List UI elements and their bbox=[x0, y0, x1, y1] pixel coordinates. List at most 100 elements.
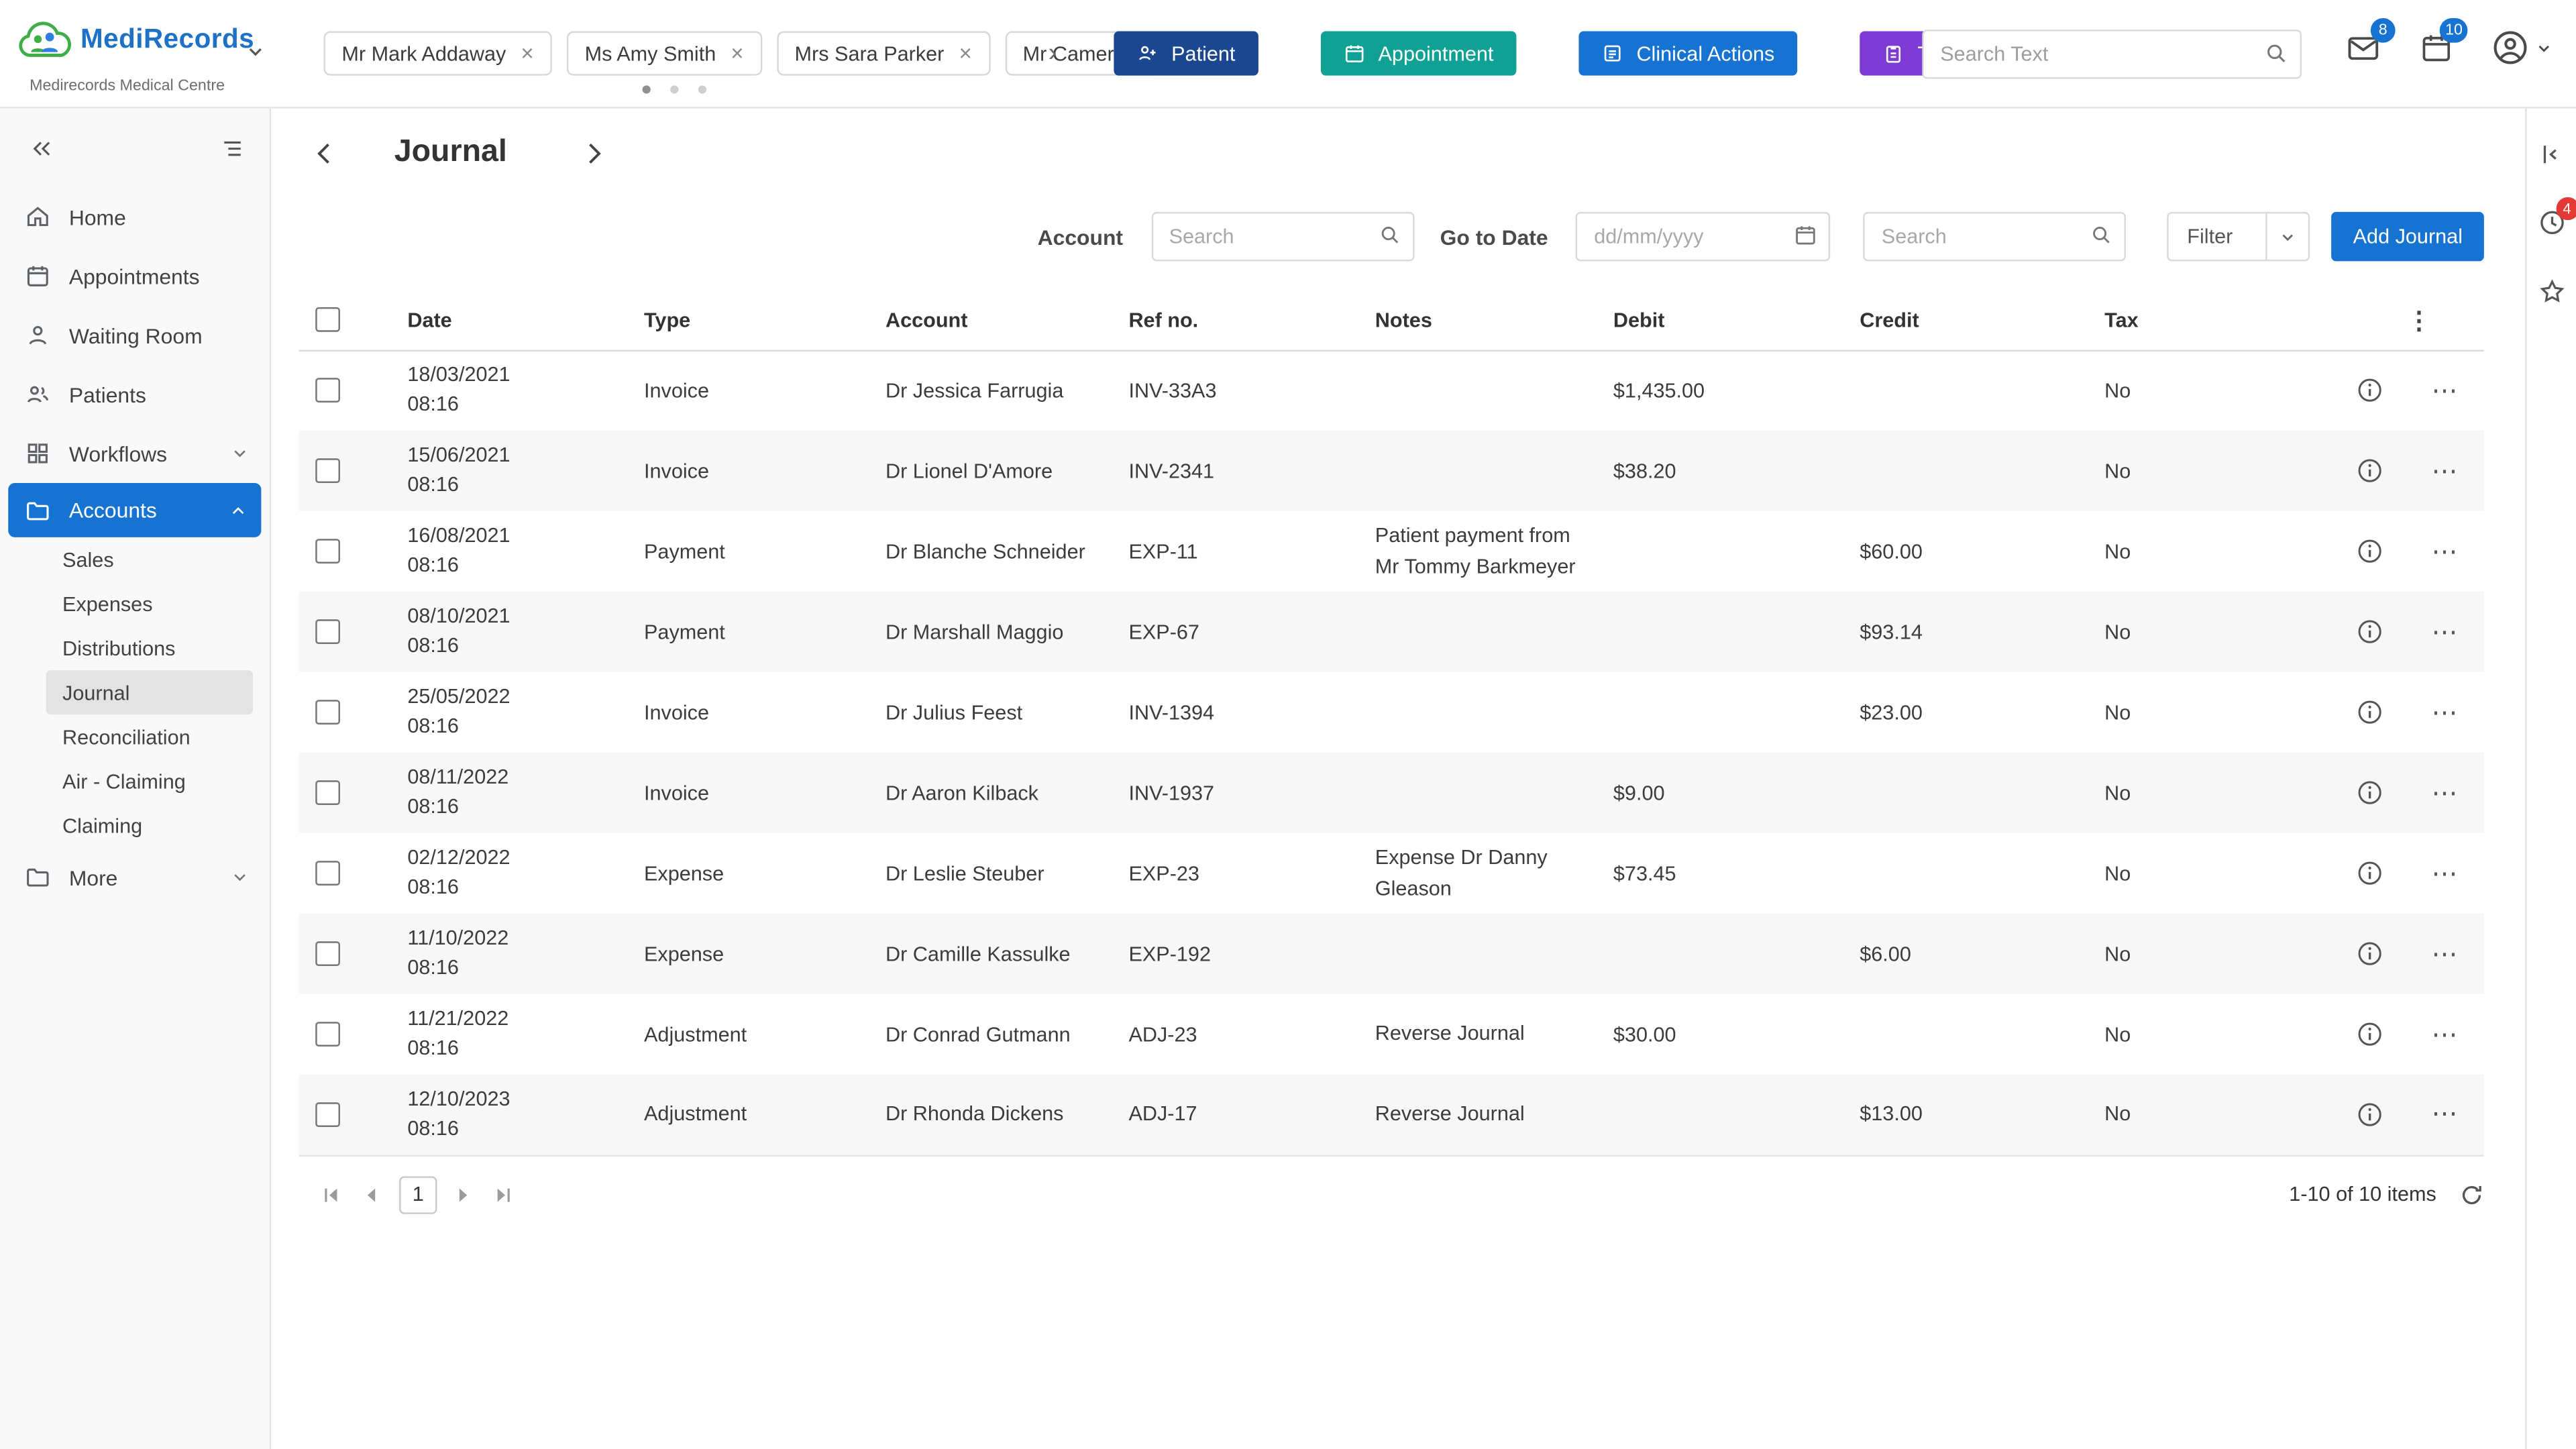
patient-tab-2[interactable]: Ms Amy Smith × bbox=[567, 32, 762, 76]
table-row[interactable]: 11/21/2022 08:16 Adjustment Dr Conrad Gu… bbox=[299, 994, 2484, 1075]
row-menu-icon[interactable]: ⋯ bbox=[2431, 699, 2459, 727]
row-menu-icon[interactable]: ⋯ bbox=[2431, 860, 2459, 888]
sidebar-item-more[interactable]: More bbox=[0, 848, 270, 907]
column-header-date[interactable]: Date bbox=[394, 290, 631, 350]
refresh-icon[interactable] bbox=[2459, 1182, 2484, 1207]
forward-button[interactable] bbox=[578, 137, 609, 168]
menu-list-icon[interactable] bbox=[220, 136, 245, 161]
row-menu-icon[interactable]: ⋯ bbox=[2431, 1021, 2459, 1049]
info-icon[interactable] bbox=[2356, 457, 2384, 485]
info-icon[interactable] bbox=[2356, 537, 2384, 566]
calendar-icon[interactable] bbox=[1794, 223, 1817, 246]
column-header-type[interactable]: Type bbox=[631, 290, 872, 350]
global-search-input[interactable] bbox=[1922, 30, 2302, 78]
tab-pager-dot[interactable] bbox=[670, 85, 678, 93]
account-search-input[interactable] bbox=[1151, 212, 1414, 261]
select-all-checkbox[interactable] bbox=[315, 308, 340, 333]
appointment-button[interactable]: Appointment bbox=[1321, 32, 1517, 76]
goto-date-input[interactable] bbox=[1576, 212, 1831, 261]
sidebar-item-home[interactable]: Home bbox=[0, 187, 270, 246]
patient-tab-3[interactable]: Mrs Sara Parker × bbox=[777, 32, 990, 76]
add-journal-button[interactable]: Add Journal bbox=[2332, 212, 2484, 261]
tabs-scroll-next-icon[interactable]: › bbox=[1045, 38, 1061, 70]
row-checkbox[interactable] bbox=[315, 539, 340, 564]
table-row[interactable]: 02/12/2022 08:16 Expense Dr Leslie Steub… bbox=[299, 833, 2484, 914]
row-menu-icon[interactable]: ⋯ bbox=[2431, 1101, 2459, 1129]
back-button[interactable] bbox=[309, 137, 340, 168]
table-row[interactable]: 12/10/2023 08:16 Adjustment Dr Rhonda Di… bbox=[299, 1075, 2484, 1155]
column-header-tax[interactable]: Tax bbox=[2092, 290, 2333, 350]
sidebar-item-appointments[interactable]: Appointments bbox=[0, 246, 270, 305]
close-icon[interactable]: × bbox=[521, 42, 533, 64]
sidebar-item-accounts[interactable]: Accounts bbox=[8, 483, 261, 537]
sidebar-subitem-distributions[interactable]: Distributions bbox=[46, 626, 254, 670]
brand-chevron-down-icon[interactable] bbox=[245, 41, 266, 62]
close-icon[interactable]: × bbox=[731, 42, 743, 64]
brand-logo[interactable]: MediRecords bbox=[16, 21, 254, 59]
last-page-button[interactable] bbox=[490, 1179, 516, 1209]
row-checkbox[interactable] bbox=[315, 1022, 340, 1046]
sidebar-subitem-air-claiming[interactable]: Air - Claiming bbox=[46, 759, 254, 803]
user-menu[interactable] bbox=[2492, 30, 2553, 66]
favorites-star-icon[interactable] bbox=[2537, 278, 2565, 306]
sidebar-subitem-reconciliation[interactable]: Reconciliation bbox=[46, 714, 254, 759]
tab-pager-dot[interactable] bbox=[698, 85, 706, 93]
row-menu-icon[interactable]: ⋯ bbox=[2431, 378, 2459, 406]
table-options-icon[interactable]: ⋮ bbox=[2407, 307, 2432, 335]
row-checkbox[interactable] bbox=[315, 1102, 340, 1127]
sidebar-subitem-claiming[interactable]: Claiming bbox=[46, 804, 254, 848]
sidebar-item-waiting-room[interactable]: Waiting Room bbox=[0, 306, 270, 365]
row-checkbox[interactable] bbox=[315, 619, 340, 644]
row-checkbox[interactable] bbox=[315, 780, 340, 805]
current-page[interactable]: 1 bbox=[399, 1175, 437, 1213]
search-icon[interactable] bbox=[2090, 223, 2113, 246]
row-menu-icon[interactable]: ⋯ bbox=[2431, 941, 2459, 969]
row-checkbox[interactable] bbox=[315, 861, 340, 885]
row-menu-icon[interactable]: ⋯ bbox=[2431, 538, 2459, 566]
search-icon[interactable] bbox=[1378, 223, 1401, 246]
sidebar-item-workflows[interactable]: Workflows bbox=[0, 424, 270, 483]
row-menu-icon[interactable]: ⋯ bbox=[2431, 619, 2459, 647]
info-icon[interactable] bbox=[2356, 376, 2384, 405]
recent-activity-clock-icon[interactable]: 4 bbox=[2537, 209, 2565, 237]
patient-tab-1[interactable]: Mr Mark Addaway × bbox=[323, 32, 551, 76]
close-icon[interactable]: × bbox=[959, 42, 971, 64]
info-icon[interactable] bbox=[2356, 618, 2384, 646]
table-row[interactable]: 11/10/2022 08:16 Expense Dr Camille Kass… bbox=[299, 914, 2484, 994]
table-row[interactable]: 18/03/2021 08:16 Invoice Dr Jessica Farr… bbox=[299, 350, 2484, 431]
row-checkbox[interactable] bbox=[315, 378, 340, 403]
next-page-button[interactable] bbox=[450, 1179, 476, 1209]
column-header-notes[interactable]: Notes bbox=[1362, 290, 1600, 350]
collapse-sidebar-icon[interactable] bbox=[30, 136, 54, 161]
column-header-credit[interactable]: Credit bbox=[1847, 290, 2092, 350]
tab-pager-dot[interactable] bbox=[643, 85, 651, 93]
info-icon[interactable] bbox=[2356, 1020, 2384, 1049]
row-menu-icon[interactable]: ⋯ bbox=[2431, 780, 2459, 808]
sidebar-subitem-journal[interactable]: Journal bbox=[46, 670, 254, 714]
column-header-ref-no[interactable]: Ref no. bbox=[1116, 290, 1362, 350]
filter-dropdown[interactable]: Filter bbox=[2167, 212, 2310, 261]
sidebar-subitem-sales[interactable]: Sales bbox=[46, 537, 254, 582]
table-row[interactable]: 25/05/2022 08:16 Invoice Dr Julius Feest… bbox=[299, 672, 2484, 753]
info-icon[interactable] bbox=[2356, 698, 2384, 727]
chevron-down-icon[interactable] bbox=[2266, 213, 2309, 260]
info-icon[interactable] bbox=[2356, 1100, 2384, 1128]
row-checkbox[interactable] bbox=[315, 941, 340, 966]
first-page-button[interactable] bbox=[317, 1179, 343, 1209]
row-menu-icon[interactable]: ⋯ bbox=[2431, 458, 2459, 486]
row-checkbox[interactable] bbox=[315, 458, 340, 483]
mail-icon[interactable]: 8 bbox=[2346, 30, 2380, 64]
sidebar-item-patients[interactable]: Patients bbox=[0, 365, 270, 424]
clinical-actions-button[interactable]: Clinical Actions bbox=[1579, 32, 1798, 76]
table-row[interactable]: 15/06/2021 08:16 Invoice Dr Lionel D'Amo… bbox=[299, 431, 2484, 511]
table-row[interactable]: 08/10/2021 08:16 Payment Dr Marshall Mag… bbox=[299, 592, 2484, 672]
column-header-debit[interactable]: Debit bbox=[1600, 290, 1846, 350]
expand-panel-icon[interactable] bbox=[2538, 142, 2565, 168]
patient-button[interactable]: Patient bbox=[1114, 32, 1258, 76]
info-icon[interactable] bbox=[2356, 859, 2384, 888]
info-icon[interactable] bbox=[2356, 940, 2384, 968]
prev-page-button[interactable] bbox=[356, 1179, 382, 1209]
table-row[interactable]: 16/08/2021 08:16 Payment Dr Blanche Schn… bbox=[299, 511, 2484, 592]
table-row[interactable]: 08/11/2022 08:16 Invoice Dr Aaron Kilbac… bbox=[299, 753, 2484, 833]
calendar-icon[interactable]: 10 bbox=[2420, 32, 2453, 64]
